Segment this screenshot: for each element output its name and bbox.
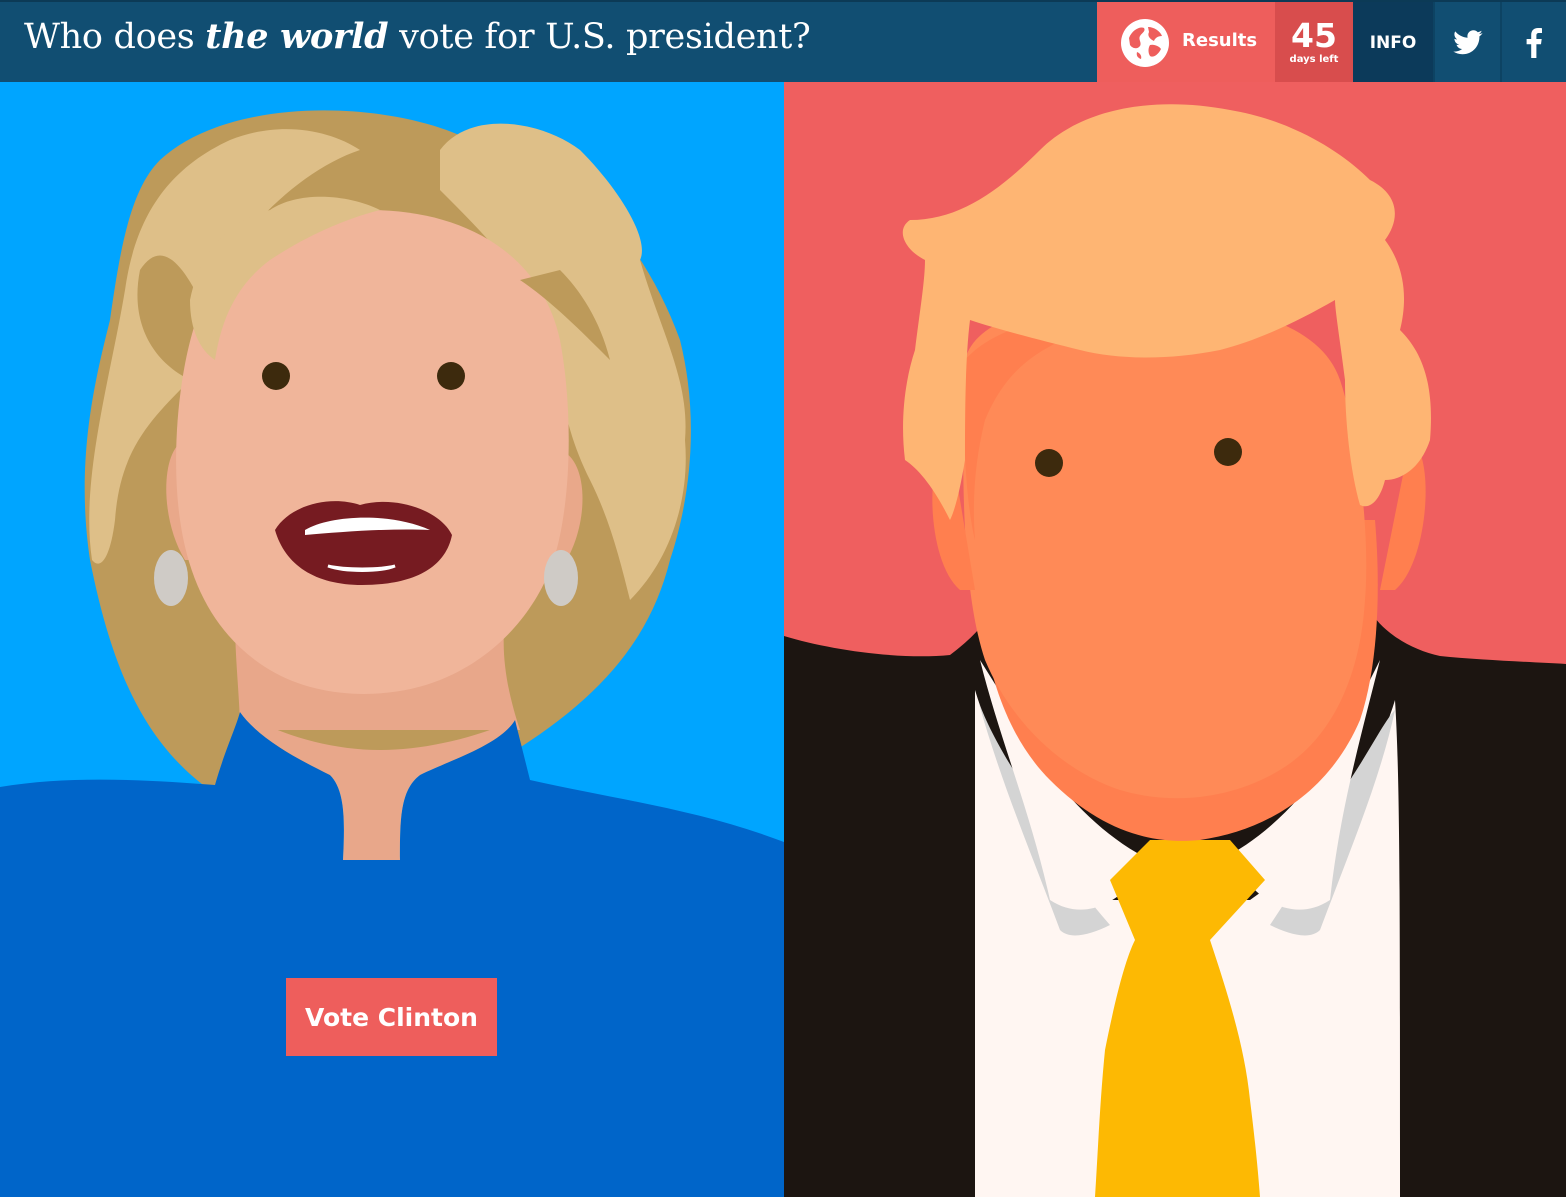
title-text-end: vote for U.S. president? — [388, 17, 811, 57]
top-bar: Who does the world vote for U.S. preside… — [0, 0, 1566, 84]
clinton-panel[interactable]: Vote Clinton — [0, 82, 784, 1197]
facebook-share-button[interactable] — [1502, 2, 1566, 84]
facebook-icon — [1526, 28, 1542, 58]
trump-illustration — [784, 104, 1566, 1197]
globe-icon — [1121, 19, 1169, 67]
days-count: 45 — [1291, 16, 1337, 55]
vote-clinton-button[interactable]: Vote Clinton — [286, 978, 497, 1056]
days-label: days left — [1289, 54, 1339, 65]
twitter-icon — [1452, 30, 1482, 55]
days-left-counter: 45 days left — [1275, 2, 1353, 84]
title-text-start: Who does — [24, 17, 206, 57]
info-button[interactable]: INFO — [1353, 2, 1433, 84]
page-title: Who does the world vote for U.S. preside… — [24, 16, 811, 57]
trump-panel[interactable] — [784, 82, 1566, 1197]
results-label: Results — [1182, 30, 1258, 51]
title-emphasis: the world — [205, 16, 389, 57]
results-button[interactable]: Results — [1097, 2, 1275, 84]
twitter-share-button[interactable] — [1435, 2, 1500, 84]
